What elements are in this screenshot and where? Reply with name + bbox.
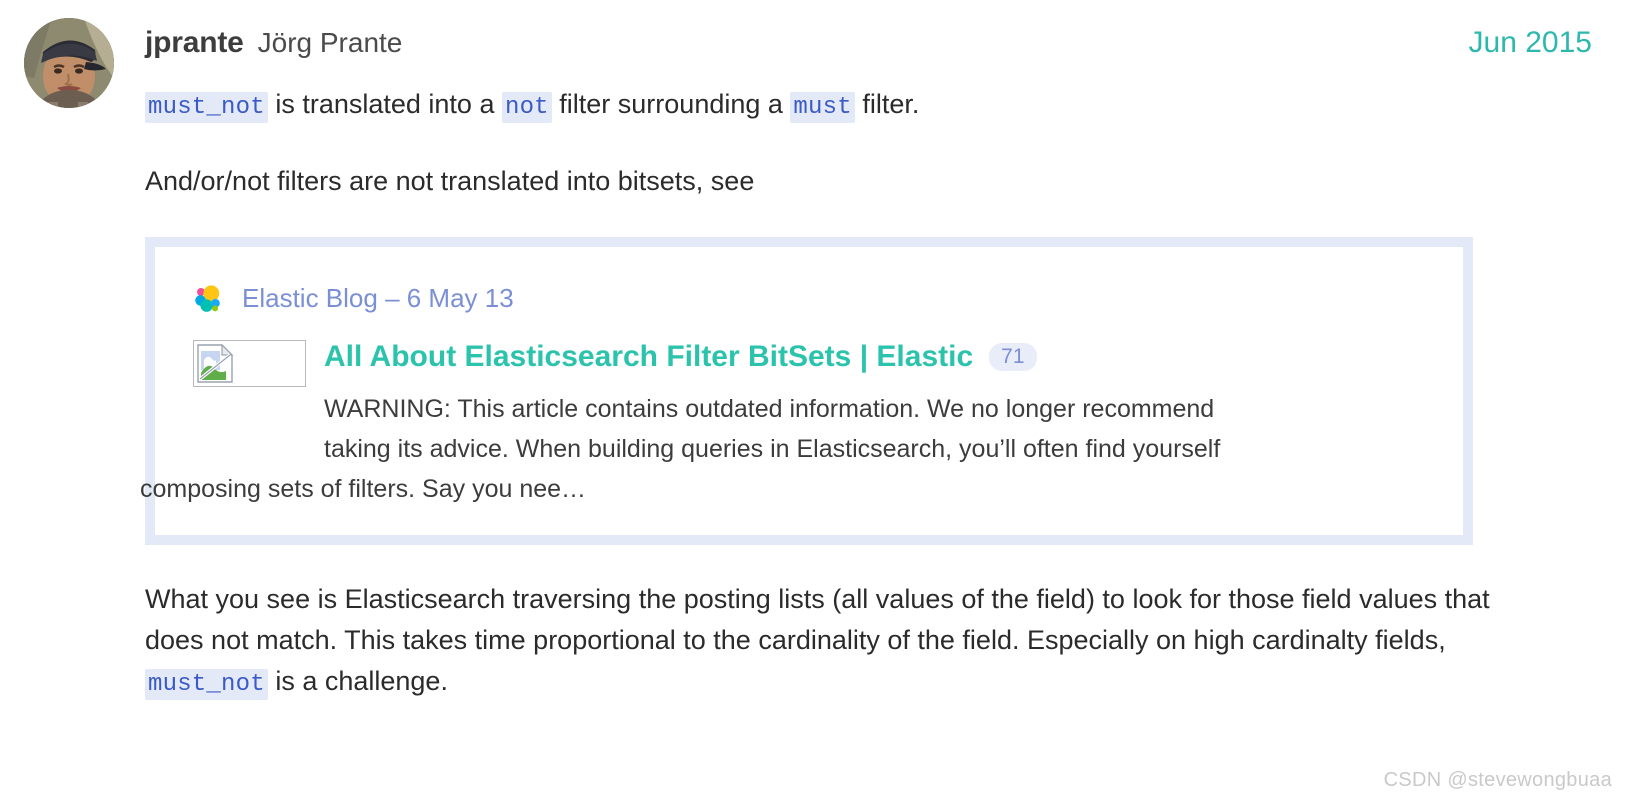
paragraph-1-text-1: is translated into a (267, 89, 502, 119)
avatar[interactable] (24, 18, 114, 108)
onebox-thumbnail (193, 340, 306, 387)
paragraph-3-text-2: is a challenge. (267, 666, 448, 696)
onebox-description-line: WARNING: This article contains outdated … (324, 395, 1215, 423)
onebox-description-line: taking its advice. When building queries… (324, 435, 1221, 463)
paragraph-1: must_not is translated into a not filter… (145, 84, 1500, 128)
author-fullname: Jörg Prante (257, 27, 403, 58)
post-header: jprante Jörg Prante Jun 2015 (24, 18, 1610, 108)
onebox-badge: 71 (989, 343, 1037, 371)
onebox-source-label: Elastic Blog – 6 May 13 (242, 283, 514, 313)
onebox-main: All About Elasticsearch Filter BitSets |… (140, 332, 1443, 509)
onebox-description-line: composing sets of filters. Say you nee… (140, 475, 587, 503)
avatar-image (24, 18, 114, 108)
paragraph-2: And/or/not filters are not translated in… (145, 166, 755, 196)
paragraph-1-text-3: filter. (854, 89, 920, 119)
paragraph-3-text-1: What you see is Elasticsearch traversing… (145, 584, 1490, 655)
paragraph-3: What you see is Elasticsearch traversing… (145, 579, 1500, 705)
onebox-title[interactable]: All About Elasticsearch Filter BitSets |… (324, 332, 1443, 377)
code-must-not: must_not (145, 92, 268, 123)
author-username[interactable]: jprante (145, 26, 244, 60)
code-must: must (790, 92, 855, 123)
code-not: not (501, 92, 552, 123)
elastic-logo-icon (195, 284, 220, 312)
code-must-not-2: must_not (145, 669, 268, 700)
forum-post: jprante Jörg Prante Jun 2015 must_not is… (0, 0, 1634, 806)
onebox-title-text: All About Elasticsearch Filter BitSets |… (324, 340, 974, 373)
onebox-source[interactable]: Elastic Blog – 6 May 13 (193, 283, 1443, 314)
broken-image-icon (197, 343, 234, 383)
post-date[interactable]: Jun 2015 (1469, 18, 1610, 60)
author-names: jprante Jörg Prante (145, 18, 402, 60)
onebox-description: WARNING: This article contains outdated … (140, 389, 1443, 509)
onebox-link-card[interactable]: Elastic Blog – 6 May 13 All About Elasti… (140, 237, 1473, 545)
csdn-watermark: CSDN @stevewongbuaa (1383, 769, 1612, 791)
paragraph-1-text-2: filter surrounding a (551, 89, 791, 119)
post-body: must_not is translated into a not filter… (140, 84, 1500, 705)
